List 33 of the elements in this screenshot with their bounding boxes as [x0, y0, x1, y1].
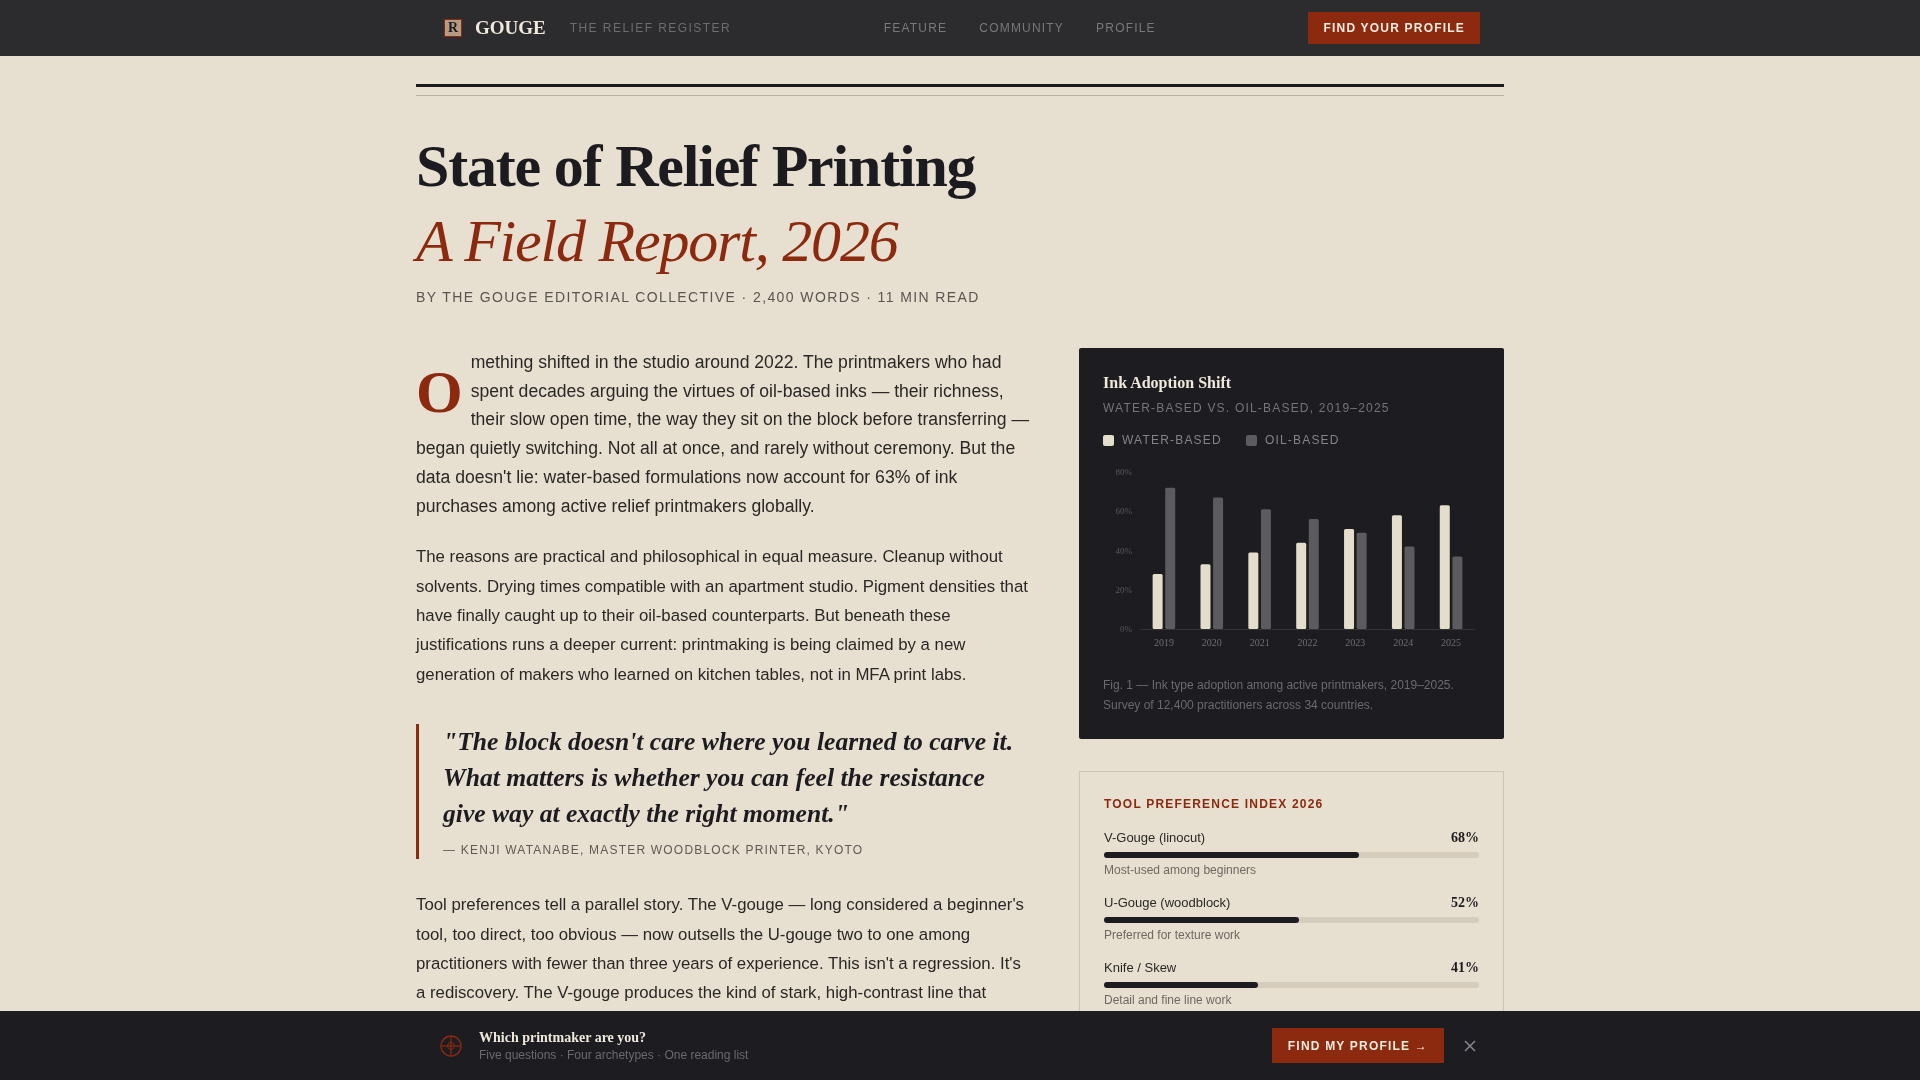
legend-label: OIL-BASED	[1264, 432, 1340, 448]
quote-text: "The block doesn't care where you learned to carve it. What matters is whether you can feel the resistance give way at exactly the right moment."	[443, 726, 1015, 831]
brand-tagline: THE RELIEF REGISTER	[569, 20, 732, 36]
quiz-title: Which printmaker are you?	[479, 1028, 648, 1047]
tool-label: V-Gouge (linocut)	[1104, 829, 1206, 847]
tool-note: Preferred for texture work	[1104, 927, 1242, 943]
x-axis-label: 2022	[1297, 637, 1318, 648]
x-axis-label: 2020	[1201, 637, 1222, 648]
quote-attribution: — KENJI WATANABE, MASTER WOODBLOCK PRINTER, KYOTO	[443, 842, 865, 860]
tool-label: U-Gouge (woodblock)	[1104, 894, 1231, 912]
tool-note: Most-used among beginners	[1104, 862, 1258, 878]
paragraph-text: Tool preferences tell a parallel story. The V-gouge — long considered a beginner's tool, too direct, too obvious — now outsells the U-gouge two to one among practitioners with fewer than three years of experience. This isn't a regression. It's a rediscovery. The V-gouge produces the kind of stark, high-contrast line that	[416, 894, 1025, 1005]
tool-label: Knife / Skew	[1104, 959, 1177, 977]
chart-caption: Fig. 1 — Ink type adoption among active printmakers, 2019–2025. Survey of 12,400 practitioners across 34 countries.	[1103, 677, 1455, 714]
logo-mark: R	[444, 19, 462, 37]
tool-percentage: 41%	[1451, 959, 1479, 977]
chart-subtitle: WATER-BASED VS. OIL-BASED, 2019–2025	[1103, 400, 1391, 416]
panel-title: TOOL PREFERENCE INDEX 2026	[1104, 796, 1325, 812]
x-axis-label: 2023	[1345, 637, 1366, 648]
x-axis-label: 2019	[1153, 637, 1174, 648]
article-byline: BY THE GOUGE EDITORIAL COLLECTIVE · 2,400 WORDS · 11 MIN READ	[416, 288, 981, 306]
tool-note: Detail and fine line work	[1104, 992, 1233, 1008]
tool-percentage: 52%	[1451, 894, 1479, 912]
x-axis-label: 2024	[1393, 637, 1414, 648]
brand-name: GOUGE	[475, 16, 546, 40]
x-axis-label: 2025	[1441, 637, 1462, 648]
legend-label: WATER-BASED	[1122, 432, 1222, 448]
quiz-subtitle: Five questions · Four archetypes · One reading list	[479, 1046, 749, 1063]
article-title: State of Relief Printing	[416, 133, 977, 199]
x-axis-label: 2021	[1249, 637, 1270, 648]
tool-percentage: 68%	[1451, 829, 1479, 847]
chart-title: Ink Adoption Shift	[1103, 373, 1233, 394]
paragraph-text: The reasons are practical and philosophical in equal measure. Cleanup without solvents. Drying times compatible with an apartment studio. Pigment densities that have finally caught up to their oil-based counterparts. But beneath these justifications runs a deeper current: printmaking is being claimed by a new generation of makers who learned on kitchen tables, not in MFA print labs.	[416, 546, 1029, 686]
